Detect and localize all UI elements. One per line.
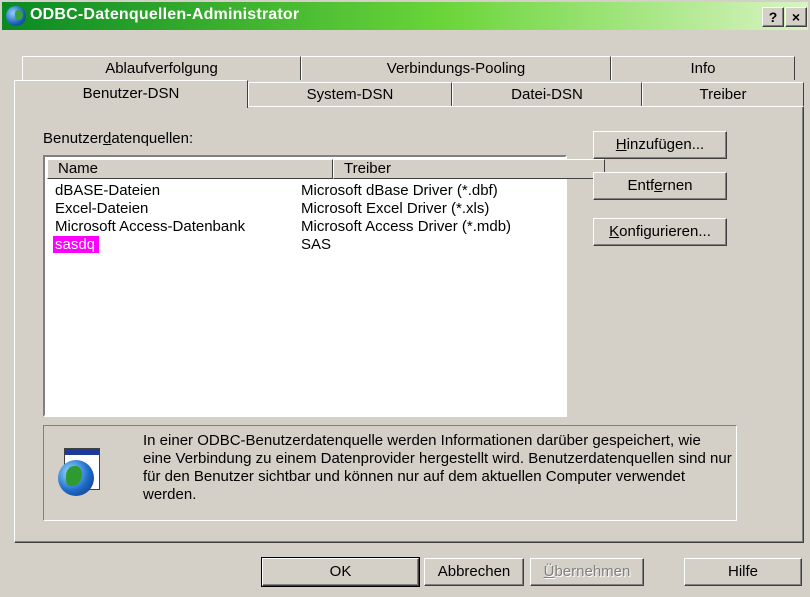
column-header-name[interactable]: Name [47,159,333,179]
row-3-driver[interactable]: SAS [301,236,331,253]
help-button[interactable]: ? [762,7,784,27]
data-source-list[interactable]: Name Treiber dBASE-Dateien Microsoft dBa… [43,155,605,417]
tab-datei-dsn[interactable]: Datei-DSN [452,82,642,106]
apply-button[interactable]: Übernehmen [530,558,644,586]
tab-ablaufverfolgung[interactable]: Ablaufverfolgung [22,56,301,80]
ok-button[interactable]: OK [261,557,420,587]
tab-benutzer-dsn[interactable]: Benutzer-DSN [14,80,248,108]
tab-treiber[interactable]: Treiber [642,82,804,106]
odbc-globe-icon [6,6,26,26]
row-2-name[interactable]: Microsoft Access-Datenbank [55,218,245,235]
title-bar[interactable]: ODBC-Datenquellen-Administrator ? × [2,2,808,30]
add-button[interactable]: Hinzufügen... [593,131,727,159]
info-box: In einer ODBC-Benutzerdatenquelle werden… [43,425,737,521]
user-data-sources-label: Benutzerdatenquellen: [43,130,194,147]
column-header-driver[interactable]: Treiber [333,159,605,179]
help-footer-button[interactable]: Hilfe [684,558,802,586]
info-text: In einer ODBC-Benutzerdatenquelle werden… [143,432,732,503]
tab-verbindungs-pooling[interactable]: Verbindungs-Pooling [301,56,611,80]
row-2-driver[interactable]: Microsoft Access Driver (*.mdb) [301,218,511,235]
dialog-window: ODBC-Datenquellen-Administrator ? × Abla… [0,0,810,597]
data-source-globe-icon [58,448,102,498]
row-1-name[interactable]: Excel-Dateien [55,200,148,217]
row-1-driver[interactable]: Microsoft Excel Driver (*.xls) [301,200,489,217]
close-button[interactable]: × [785,7,807,27]
remove-button[interactable]: Entfernen [593,172,727,200]
tab-system-dsn[interactable]: System-DSN [248,82,452,106]
configure-button[interactable]: Konfigurieren... [593,218,727,246]
tab-info[interactable]: Info [611,56,795,80]
cancel-button[interactable]: Abbrechen [424,558,524,586]
row-3-name-selected[interactable]: sasdq [53,236,100,253]
row-0-driver[interactable]: Microsoft dBase Driver (*.dbf) [301,182,498,199]
window-title: ODBC-Datenquellen-Administrator [30,6,300,23]
row-0-name[interactable]: dBASE-Dateien [55,182,160,199]
